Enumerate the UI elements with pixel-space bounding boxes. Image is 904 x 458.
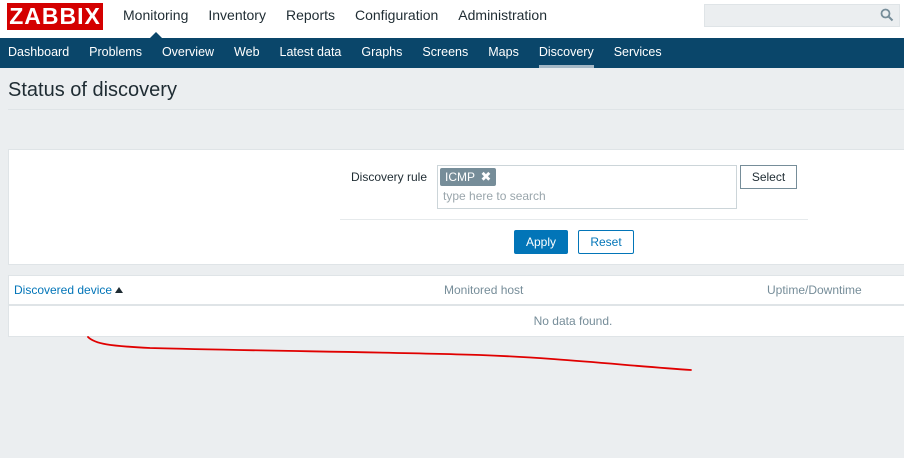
red-underline-annotation	[87, 336, 692, 371]
